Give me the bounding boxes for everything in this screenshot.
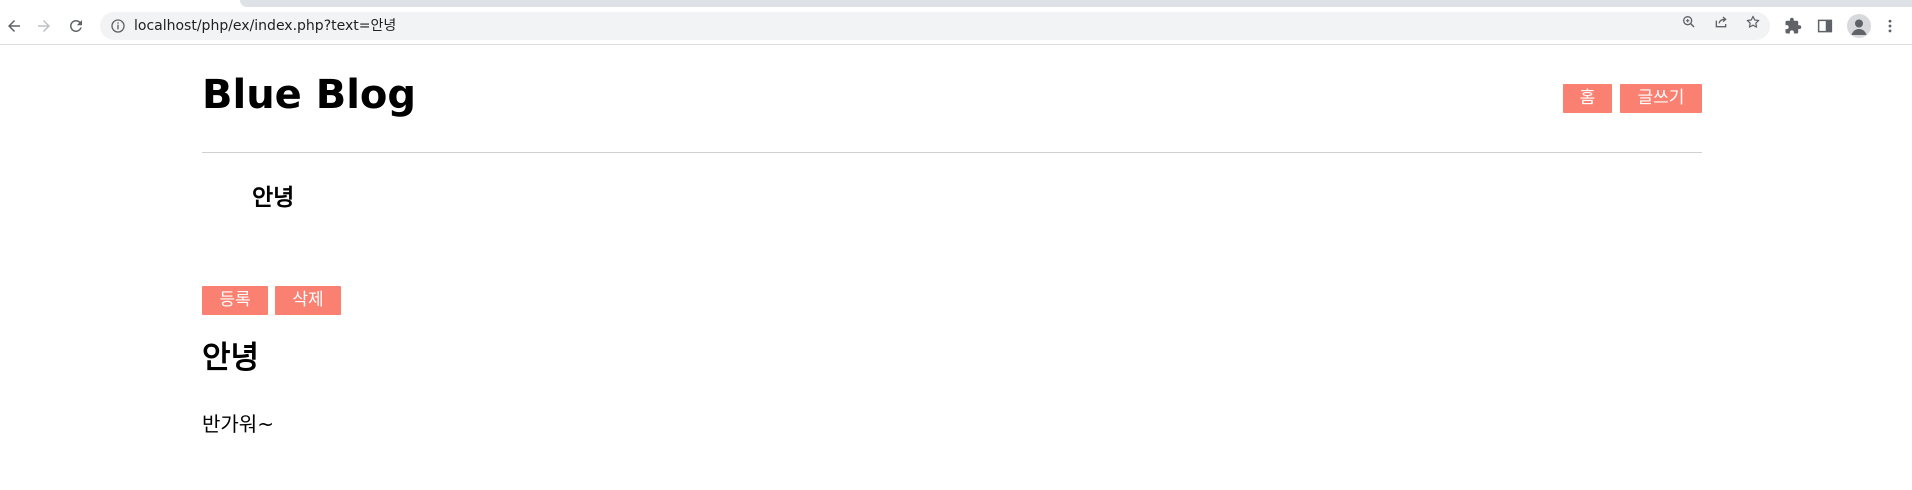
- star-icon[interactable]: [1745, 14, 1761, 30]
- post-title: 안녕: [202, 340, 260, 376]
- info-icon[interactable]: [110, 18, 126, 34]
- puzzle-icon[interactable]: [1783, 16, 1803, 36]
- side-panel-icon[interactable]: [1815, 16, 1835, 36]
- home-button[interactable]: 홈: [1563, 84, 1612, 113]
- zoom-icon[interactable]: [1681, 14, 1697, 30]
- write-button[interactable]: 글쓰기: [1620, 84, 1702, 113]
- post-list-item[interactable]: 안녕: [252, 178, 294, 212]
- blog-container: Blue Blog 홈 글쓰기 안녕 등록 삭제 안녕 반가워~: [202, 45, 1702, 490]
- avatar[interactable]: [1847, 14, 1871, 38]
- reload-icon[interactable]: [62, 12, 90, 40]
- address-bar[interactable]: localhost/php/ex/index.php?text=안녕: [100, 12, 1770, 40]
- site-title: Blue Blog: [202, 72, 417, 118]
- back-arrow-icon[interactable]: [0, 12, 28, 40]
- share-icon[interactable]: [1713, 14, 1729, 30]
- post-body: 반가워~: [202, 412, 274, 436]
- kebab-menu-icon[interactable]: [1880, 16, 1900, 36]
- register-button[interactable]: 등록: [202, 286, 268, 315]
- page-content: Blue Blog 홈 글쓰기 안녕 등록 삭제 안녕 반가워~: [0, 45, 1912, 490]
- delete-button[interactable]: 삭제: [275, 286, 341, 315]
- header-divider: [202, 152, 1702, 153]
- tab-strip-background: [240, 0, 1912, 7]
- browser-toolbar: localhost/php/ex/index.php?text=안녕: [0, 8, 1912, 45]
- url-text[interactable]: localhost/php/ex/index.php?text=안녕: [134, 12, 396, 40]
- forward-arrow-icon[interactable]: [30, 12, 58, 40]
- tab-strip: [0, 0, 1912, 8]
